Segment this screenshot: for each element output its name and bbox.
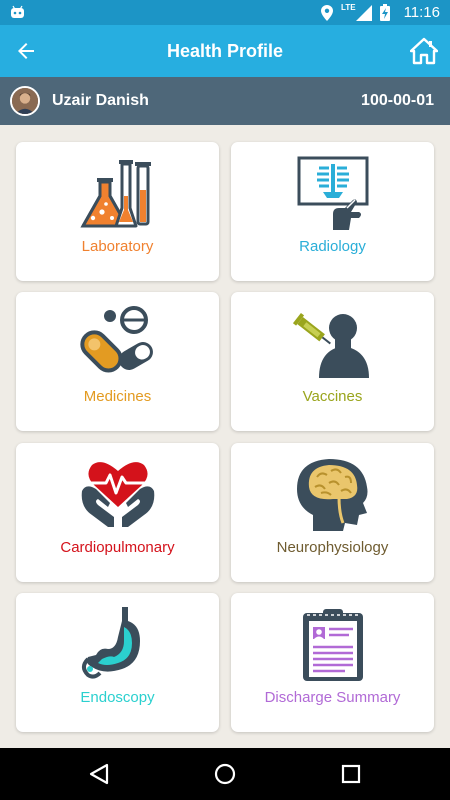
nav-recents-icon[interactable] <box>339 762 363 786</box>
system-nav-bar <box>0 748 450 800</box>
clock: 11:16 <box>403 4 440 21</box>
location-icon <box>321 4 334 21</box>
nav-home-icon[interactable] <box>213 762 237 786</box>
discharge-summary-label: Discharge Summary <box>264 689 401 706</box>
medicines-tile[interactable]: Medicines <box>16 292 219 431</box>
heart-hands-icon <box>81 462 154 527</box>
stomach-icon <box>81 607 140 679</box>
neurophysiology-label: Neurophysiology <box>276 539 389 556</box>
tile-grid: Laboratory Radiology Medicines Vaccines … <box>0 125 450 748</box>
vaccines-label: Vaccines <box>302 388 363 405</box>
avatar <box>10 86 40 116</box>
home-icon[interactable] <box>410 37 438 65</box>
status-bar: LTE 11:16 <box>0 0 450 25</box>
endoscopy-tile[interactable]: Endoscopy <box>16 593 219 732</box>
medicines-label: Medicines <box>83 388 152 405</box>
cardiopulmonary-tile[interactable]: Cardiopulmonary <box>16 443 219 582</box>
patient-header: Uzair Danish 100-00-01 <box>0 77 450 125</box>
app-bar: Health Profile <box>0 25 450 77</box>
patient-name: Uzair Danish <box>52 92 149 109</box>
vaccines-tile[interactable]: Vaccines <box>231 292 434 431</box>
android-notification-icon <box>11 5 24 18</box>
clipboard-icon <box>302 609 363 681</box>
cardiopulmonary-label: Cardiopulmonary <box>60 539 175 556</box>
discharge-summary-tile[interactable]: Discharge Summary <box>231 593 434 732</box>
neurophysiology-tile[interactable]: Neurophysiology <box>231 443 434 582</box>
syringe-person-icon <box>292 312 369 378</box>
brain-head-icon <box>296 459 367 531</box>
battery-charging-icon <box>379 4 390 21</box>
xray-icon <box>297 156 368 230</box>
pills-icon <box>79 306 153 373</box>
nav-back-icon[interactable] <box>87 762 111 786</box>
patient-mrn: 100-00-01 <box>361 92 434 109</box>
laboratory-label: Laboratory <box>81 238 154 255</box>
network-type-label: LTE <box>341 3 356 12</box>
page-title: Health Profile <box>166 41 284 61</box>
radiology-tile[interactable]: Radiology <box>231 142 434 281</box>
lab-flasks-icon <box>79 160 151 228</box>
endoscopy-label: Endoscopy <box>80 689 155 706</box>
radiology-label: Radiology <box>299 238 366 255</box>
laboratory-tile[interactable]: Laboratory <box>16 142 219 281</box>
signal-icon <box>355 4 372 21</box>
